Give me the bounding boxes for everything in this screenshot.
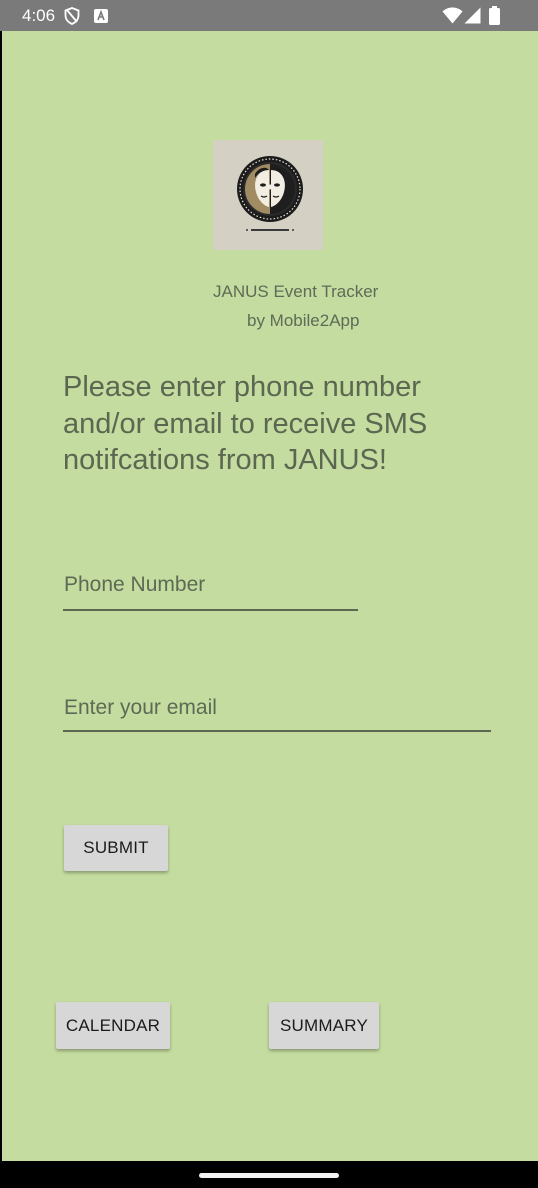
app-title: JANUS Event Tracker [213,282,379,301]
font-a-icon [94,9,108,23]
janus-logo [213,140,323,250]
email-underline [63,730,491,732]
submit-button[interactable]: SUBMIT [64,825,168,871]
email-field[interactable] [64,692,490,724]
app-subtitle: by Mobile2App [247,311,360,330]
phone-number-underline [63,609,358,611]
battery-icon [489,6,500,25]
cellular-signal-icon [464,7,481,24]
wifi-icon [442,7,463,24]
home-gesture-handle[interactable] [199,1173,339,1178]
system-navigation-bar [0,1161,538,1188]
instructions-text: Please enter phone number and/or email t… [63,371,428,476]
status-bar: 4:06 [0,0,538,31]
status-time: 4:06 [22,6,56,25]
summary-button[interactable]: SUMMARY [269,1002,379,1049]
shield-icon [64,7,80,25]
janus-two-faces-icon [213,140,323,250]
calendar-button[interactable]: CALENDAR [56,1002,170,1049]
phone-number-field[interactable] [64,569,358,601]
